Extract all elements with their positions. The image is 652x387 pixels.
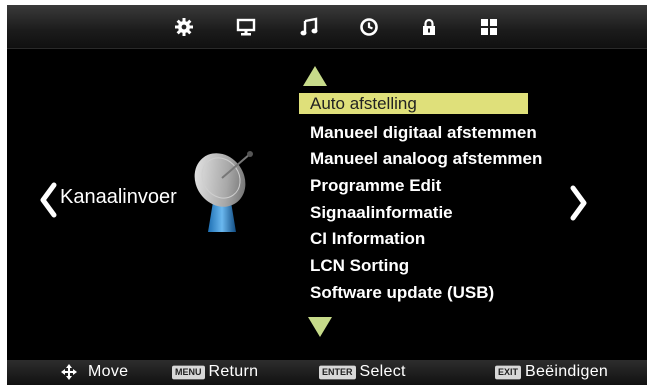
menu-item-lcn-sorting[interactable]: LCN Sorting [299, 253, 599, 280]
menu-item-manueel-analoog[interactable]: Manueel analoog afstemmen [299, 146, 599, 173]
satellite-dish-icon [194, 151, 253, 232]
exit-key-badge: EXIT [495, 365, 522, 379]
menu-item-signaalinformatie[interactable]: Signaalinformatie [299, 200, 599, 227]
move-arrows-icon [61, 364, 77, 380]
hint-move: Move [60, 363, 128, 381]
hint-return: MENU Return [172, 363, 258, 381]
music-note-icon[interactable] [297, 16, 321, 38]
previous-category-chevron-icon[interactable] [39, 182, 57, 218]
top-menu-bar [7, 5, 647, 49]
menu-item-programme-edit[interactable]: Programme Edit [299, 173, 599, 200]
lock-icon[interactable] [417, 16, 441, 38]
hint-exit-label: Beëindigen [525, 363, 609, 380]
menu-item-auto-afstelling[interactable]: Auto afstelling [299, 93, 528, 114]
tv-osd-screen: Kanaalinvoer Auto afstelling Manueel dig… [7, 5, 647, 385]
footer-hint-bar: Move MENU Return ENTER Select EXIT Beëin… [7, 360, 647, 385]
scroll-down-arrow-icon[interactable] [308, 317, 332, 337]
menu-item-software-update[interactable]: Software update (USB) [299, 280, 599, 307]
scroll-up-arrow-icon[interactable] [303, 66, 327, 86]
category-label: Kanaalinvoer [60, 186, 177, 208]
hint-exit: EXIT Beëindigen [495, 363, 608, 381]
channel-menu-list: Auto afstelling Manueel digitaal afstemm… [299, 93, 599, 307]
menu-key-badge: MENU [172, 365, 205, 379]
grid-apps-icon[interactable] [477, 16, 501, 38]
monitor-icon[interactable] [234, 16, 258, 38]
menu-item-ci-information[interactable]: CI Information [299, 226, 599, 253]
clock-icon[interactable] [357, 16, 381, 38]
hint-move-label: Move [88, 363, 129, 380]
enter-key-badge: ENTER [319, 365, 356, 379]
hint-select: ENTER Select [319, 363, 406, 381]
settings-gear-icon[interactable] [172, 16, 196, 38]
hint-select-label: Select [359, 363, 406, 380]
hint-return-label: Return [208, 363, 259, 380]
menu-item-manueel-digitaal[interactable]: Manueel digitaal afstemmen [299, 120, 599, 147]
